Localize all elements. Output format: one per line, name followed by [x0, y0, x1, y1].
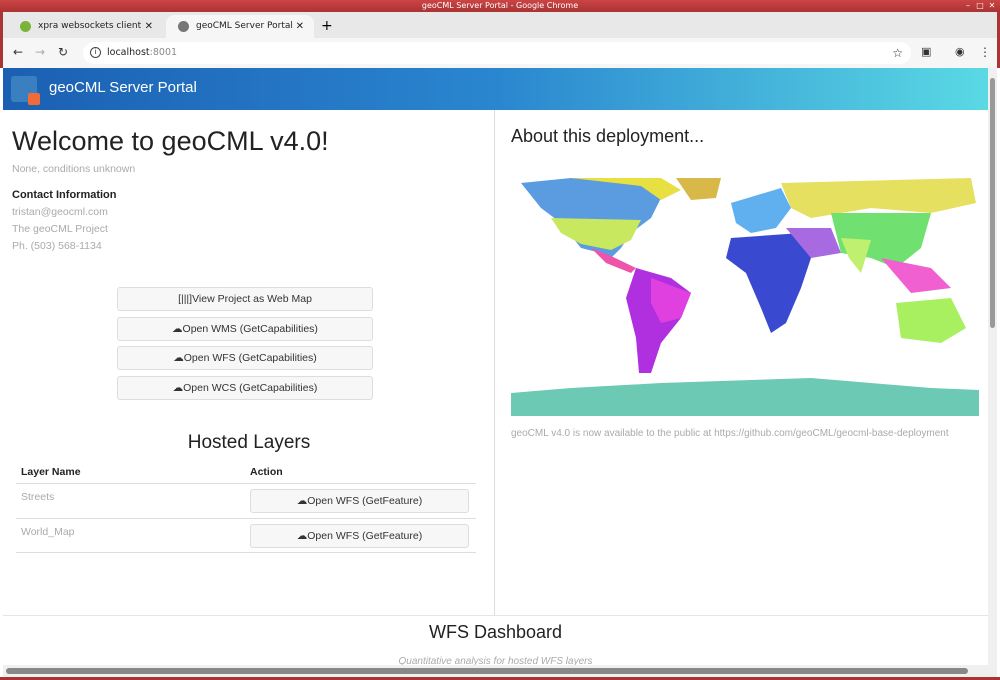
table-row: Streets ☁Open WFS (GetFeature)	[16, 483, 476, 518]
info-icon[interactable]: i	[90, 47, 101, 58]
about-title: About this deployment...	[511, 126, 705, 146]
cast-icon[interactable]: ▣	[921, 45, 931, 58]
brand-title[interactable]: geoCML Server Portal	[49, 79, 197, 96]
availability-note: geoCML v4.0 is now available to the publ…	[511, 428, 949, 439]
geocml-favicon-icon	[178, 21, 189, 32]
profile-icon[interactable]: ◉	[955, 45, 965, 58]
col-action: Action	[250, 466, 283, 478]
vertical-scrollbar[interactable]	[988, 68, 997, 665]
tab-label: geoCML Server Portal	[196, 21, 293, 31]
tab-xpra[interactable]: xpra websockets client ✕	[8, 15, 163, 38]
contact-email: tristan@geocml.com	[12, 206, 108, 218]
about-panel: About this deployment... geoCML v4.0 is …	[496, 110, 988, 615]
forward-button[interactable]: →	[35, 45, 45, 59]
maximize-button[interactable]: □	[975, 1, 985, 11]
usa	[551, 218, 641, 250]
bookmark-star-icon[interactable]: ☆	[892, 42, 903, 64]
hosted-layers-title: Hosted Layers	[187, 432, 311, 453]
window-title: geoCML Server Portal - Google Chrome	[421, 1, 579, 10]
welcome-title: Welcome to geoCML v4.0!	[12, 126, 329, 156]
close-tab-icon[interactable]: ✕	[296, 15, 304, 38]
horizontal-scrollbar[interactable]	[3, 665, 997, 677]
welcome-panel: Welcome to geoCML v4.0! None, conditions…	[3, 110, 495, 615]
tab-label: xpra websockets client	[38, 21, 142, 31]
contact-heading: Contact Information	[12, 189, 117, 201]
contact-phone: Ph. (503) 568-1134	[12, 240, 102, 252]
open-wfs-feature-button[interactable]: ☁Open WFS (GetFeature)	[250, 489, 469, 513]
address-bar[interactable]: i localhost:8001 ☆	[83, 42, 911, 64]
xpra-icon	[20, 21, 31, 32]
open-wms-button[interactable]: ☁Open WMS (GetCapabilities)	[117, 317, 373, 341]
view-web-map-button[interactable]: [|||]View Project as Web Map	[117, 287, 373, 311]
wfs-dashboard-title: WFS Dashboard	[428, 622, 563, 642]
new-tab-button[interactable]: +	[321, 15, 333, 38]
open-wfs-feature-button[interactable]: ☁Open WFS (GetFeature)	[250, 524, 469, 548]
russia	[781, 178, 976, 218]
url-host: localhost	[107, 47, 150, 58]
horizontal-scroll-thumb[interactable]	[6, 668, 968, 674]
wfs-dashboard-subtitle: Quantitative analysis for hosted WFS lay…	[398, 656, 593, 665]
divider	[3, 615, 988, 616]
reload-button[interactable]: ↻	[58, 45, 68, 59]
open-wcs-button[interactable]: ☁Open WCS (GetCapabilities)	[117, 376, 373, 400]
back-button[interactable]: ←	[13, 45, 23, 59]
menu-icon[interactable]: ⋮	[979, 45, 991, 59]
se-asia	[881, 258, 951, 293]
toolbar: ← → ↻ i localhost:8001 ☆ ▣ ◉ ⋮	[0, 38, 1000, 68]
col-layer-name: Layer Name	[21, 466, 81, 478]
status-text: None, conditions unknown	[12, 163, 136, 175]
geocml-logo-icon[interactable]	[11, 76, 37, 102]
navbar: geoCML Server Portal	[3, 68, 988, 110]
minimize-button[interactable]: –	[963, 1, 973, 11]
vertical-scroll-thumb[interactable]	[990, 78, 995, 328]
close-window-button[interactable]: ✕	[987, 1, 997, 11]
url-port: :8001	[149, 47, 178, 58]
table-row: World_Map ☁Open WFS (GetFeature)	[16, 518, 476, 553]
europe	[731, 188, 791, 233]
open-wfs-button[interactable]: ☁Open WFS (GetCapabilities)	[117, 346, 373, 370]
contact-org: The geoCML Project	[12, 223, 108, 235]
africa	[726, 233, 811, 333]
australia	[896, 298, 966, 343]
layer-name: World_Map	[21, 526, 75, 538]
world-map	[511, 178, 979, 416]
layer-name: Streets	[21, 491, 55, 503]
close-tab-icon[interactable]: ✕	[145, 15, 153, 38]
greenland	[676, 178, 721, 200]
tab-geocml[interactable]: geoCML Server Portal ✕	[166, 15, 314, 38]
page: geoCML Server Portal Welcome to geoCML v…	[3, 68, 988, 665]
window-titlebar: geoCML Server Portal - Google Chrome – □ ✕	[0, 0, 1000, 12]
tab-strip: xpra websockets client ✕ geoCML Server Po…	[0, 12, 1000, 38]
antarctica	[511, 378, 979, 416]
